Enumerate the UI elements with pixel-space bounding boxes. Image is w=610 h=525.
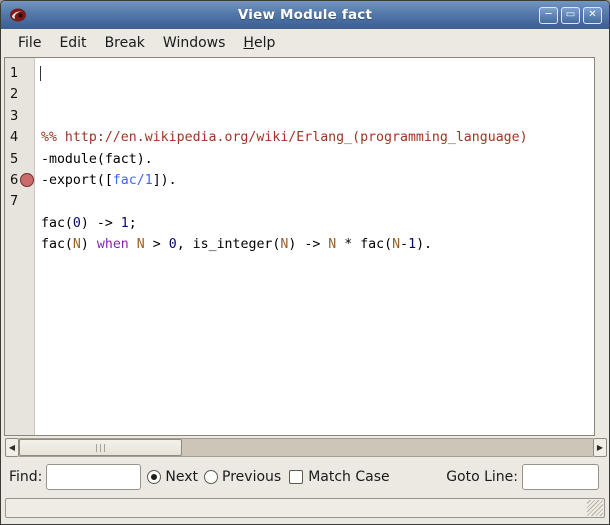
code-token-default: -export([ [41,173,113,188]
code-token-number: 1 [408,237,416,252]
code-token-number: 0 [73,216,81,231]
code-token-function: fac/1 [113,173,153,188]
menu-item-break[interactable]: Break [96,32,154,54]
code-token-number: 1 [121,216,129,231]
code-token-default: -module(fact). [41,152,153,167]
code-pane[interactable]: %% http://en.wikipedia.org/wiki/Erlang_(… [35,58,594,435]
minimize-button[interactable]: ─ [539,7,558,24]
close-button[interactable]: ✕ [583,7,602,24]
window-title: View Module fact [1,7,609,23]
status-bar [5,498,605,518]
menu-item-windows[interactable]: Windows [154,32,235,54]
code-line[interactable] [35,191,594,212]
code-token-variable: N [73,237,81,252]
code-view[interactable]: 1234567 %% http://en.wikipedia.org/wiki/… [4,57,595,436]
code-line[interactable]: fac(N) when N > 0, is_integer(N) -> N * … [35,234,594,255]
breakpoint-icon[interactable] [20,173,34,187]
next-radio[interactable] [147,470,161,484]
scrollbar-grip-icon [96,444,106,452]
code-token-default: ). [416,237,432,252]
code-token-keyword: when [97,237,129,252]
horizontal-scrollbar[interactable]: ◀ ▶ [5,438,607,457]
goto-line-label: Goto Line: [446,469,518,485]
code-token-default: fac( [41,216,73,231]
line-number[interactable]: 6 [5,170,34,191]
code-line[interactable]: -module(fact). [35,149,594,170]
find-input[interactable] [46,464,141,490]
view-module-window: View Module fact ─ ▭ ✕ FileEditBreakWind… [0,0,610,525]
line-number[interactable]: 2 [5,84,34,105]
goto-line-input[interactable] [522,464,599,490]
code-token-default: , is_integer( [177,237,281,252]
text-caret [40,66,41,81]
find-bar: Find: Next Previous Match Case Goto Line… [1,457,609,497]
code-token-default: ) -> [288,237,328,252]
code-token-variable: N [137,237,145,252]
scroll-left-arrow-icon[interactable]: ◀ [5,438,19,457]
goto-line-group: Goto Line: [446,464,599,490]
menubar: FileEditBreakWindowsHelp [1,29,609,56]
scroll-right-arrow-icon[interactable]: ▶ [593,438,607,457]
line-number[interactable]: 4 [5,127,34,148]
match-case-label: Match Case [308,469,389,485]
previous-label: Previous [222,469,281,485]
menu-item-file[interactable]: File [9,32,50,54]
code-token-default: ) -> [81,216,121,231]
menu-item-help[interactable]: Help [234,32,284,54]
scrollbar-thumb[interactable] [19,439,182,456]
code-line[interactable] [35,256,594,277]
code-token-default: > [145,237,169,252]
line-number[interactable]: 5 [5,149,34,170]
resize-grip-icon[interactable] [587,500,603,516]
line-number[interactable]: 3 [5,106,34,127]
menu-item-edit[interactable]: Edit [50,32,95,54]
code-line[interactable]: %% http://en.wikipedia.org/wiki/Erlang_(… [35,127,594,148]
find-label: Find: [9,469,42,485]
erlang-logo-icon[interactable] [7,5,29,25]
code-line[interactable]: -export([fac/1]). [35,170,594,191]
previous-radio[interactable] [204,470,218,484]
code-token-number: 0 [169,237,177,252]
match-case-checkbox[interactable] [289,470,303,484]
line-number[interactable]: 1 [5,63,34,84]
code-token-default [129,237,137,252]
code-line[interactable]: fac(0) -> 1; [35,213,594,234]
code-token-default: * fac( [336,237,392,252]
code-token-default: ]). [153,173,177,188]
code-token-comment: %% http://en.wikipedia.org/wiki/Erlang_(… [41,130,528,145]
code-token-variable: N [392,237,400,252]
code-token-default: - [400,237,408,252]
titlebar[interactable]: View Module fact ─ ▭ ✕ [1,1,609,29]
maximize-button[interactable]: ▭ [561,7,580,24]
window-controls: ─ ▭ ✕ [539,7,602,24]
line-number[interactable]: 7 [5,191,34,212]
line-number-gutter: 1234567 [5,58,35,435]
code-token-default: ; [129,216,137,231]
code-token-default: fac( [41,237,73,252]
scrollbar-track[interactable] [19,438,593,457]
code-token-default: ) [81,237,97,252]
next-label: Next [165,469,198,485]
